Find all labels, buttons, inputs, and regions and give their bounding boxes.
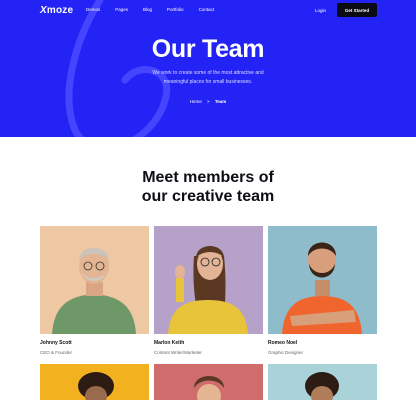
nav-link-contact[interactable]: Contact	[199, 7, 215, 12]
member-role: Graphic Designer	[268, 350, 304, 355]
member-photo[interactable]	[40, 364, 149, 400]
logo-text: moze	[46, 5, 74, 16]
section-title-line1: Meet members of	[142, 169, 274, 186]
member-name: Romeo Noel	[268, 340, 298, 346]
nav-links: Demos Pages Blog Portfolio Contact	[86, 7, 229, 12]
nav-link-demos[interactable]: Demos	[86, 7, 100, 12]
member-role: Content Writer/Marketer	[154, 350, 202, 355]
breadcrumb-separator: >	[206, 99, 210, 104]
hero-subtitle: We work to create some of the most attra…	[152, 70, 264, 85]
nav-link-blog[interactable]: Blog	[143, 7, 152, 12]
page-title: Our Team	[151, 35, 265, 63]
login-link[interactable]: Login	[315, 8, 326, 13]
member-photo	[40, 226, 149, 334]
section-title: Meet members of our creative team	[0, 168, 416, 206]
hero-banner: Xmoze Demos Pages Blog Portfolio Contact…	[0, 0, 416, 137]
member-photo[interactable]	[154, 364, 263, 400]
breadcrumb-current: Team	[214, 99, 227, 104]
top-navigation: Xmoze Demos Pages Blog Portfolio Contact…	[0, 0, 416, 22]
get-started-button[interactable]: Get Started	[337, 3, 377, 17]
member-name: Marlon Keith	[154, 340, 185, 346]
member-photo	[154, 226, 263, 334]
brand-logo[interactable]: Xmoze	[40, 5, 73, 16]
member-role: CEO & Founder	[40, 350, 73, 355]
nav-link-portfolio[interactable]: Portfolio	[167, 7, 184, 12]
member-name: Johnny Scott	[40, 340, 72, 346]
section-title-line2: our creative team	[141, 188, 275, 205]
member-photo	[268, 226, 377, 334]
logo-mark: X	[40, 5, 47, 16]
breadcrumb-home[interactable]: Home	[190, 99, 202, 104]
member-photo[interactable]	[268, 364, 377, 400]
nav-link-pages[interactable]: Pages	[115, 7, 128, 12]
breadcrumb: Home > Team	[0, 99, 416, 104]
